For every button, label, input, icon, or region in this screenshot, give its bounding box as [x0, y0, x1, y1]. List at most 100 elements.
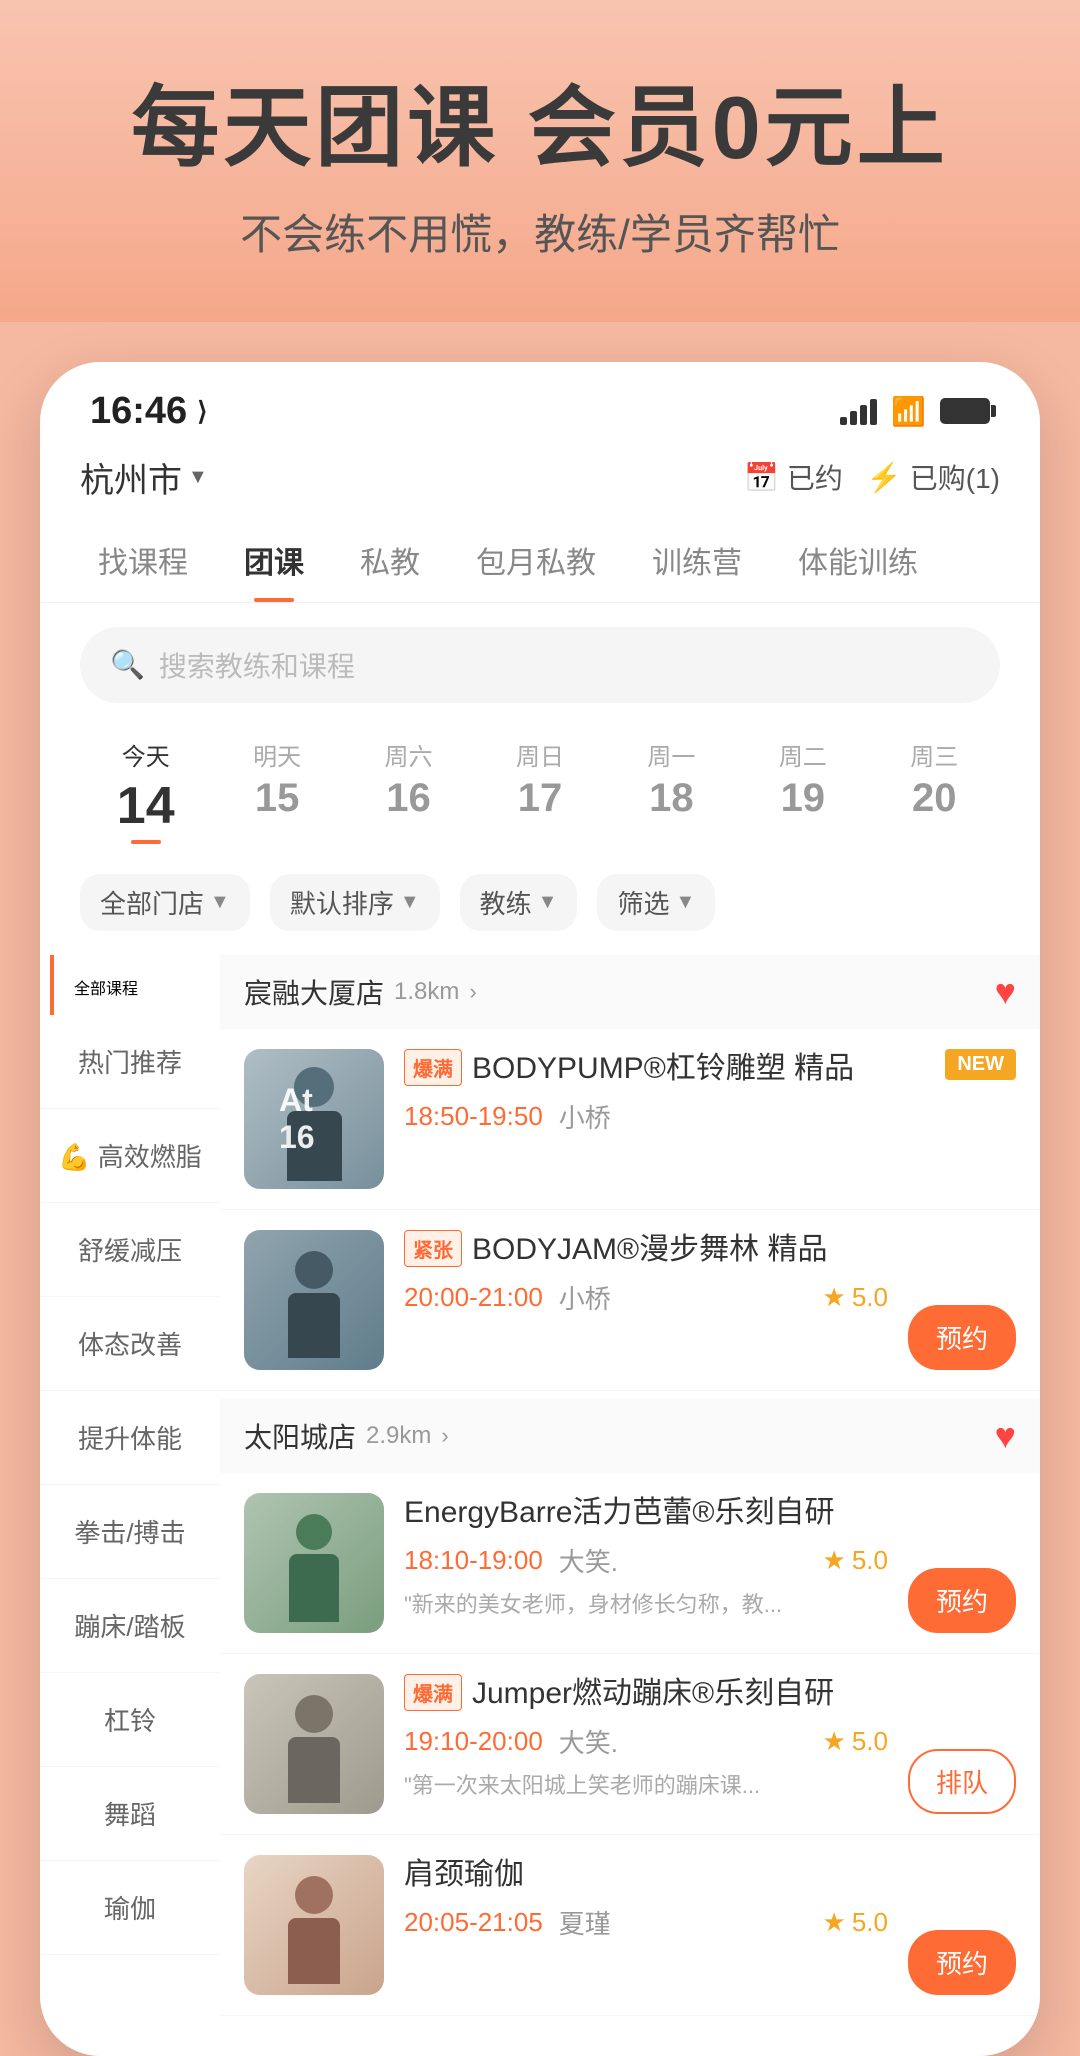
course-title-row-4: 爆满 Jumper燃动蹦床®乐刻自研	[404, 1674, 888, 1713]
calendar-icon: 📅	[744, 461, 779, 494]
reserve-button-energybarre[interactable]: 预约	[908, 1568, 1016, 1633]
filter-row: 全部门店 ▼ 默认排序 ▼ 教练 ▼ 筛选 ▼	[40, 874, 1040, 931]
date-num-mon: 18	[606, 776, 737, 821]
course-title-row-3: EnergyBarre活力芭蕾®乐刻自研	[404, 1493, 888, 1532]
course-rating-5: ★ 5.0	[823, 1907, 888, 1938]
booked-button[interactable]: 📅 已约	[744, 457, 843, 497]
filter-trainer[interactable]: 教练 ▼	[460, 874, 578, 931]
date-item-wed[interactable]: 周三 20	[869, 727, 1000, 854]
favorite-icon-2[interactable]: ♥	[995, 1415, 1016, 1457]
category-barbell[interactable]: 杠铃	[40, 1673, 220, 1767]
course-time-row-2: 20:00-21:00 小桥 ★ 5.0	[404, 1279, 888, 1316]
category-hot-recommend[interactable]: 热门推荐	[40, 1015, 220, 1109]
category-yoga[interactable]: 瑜伽	[40, 1861, 220, 1955]
nav-tabs: 找课程 团课 私教 包月私教 训练营 体能训练	[40, 522, 1040, 603]
date-item-mon[interactable]: 周一 18	[606, 727, 737, 854]
reserve-button-yoga[interactable]: 预约	[908, 1930, 1016, 1995]
header-actions: 📅 已约 ⚡ 已购(1)	[744, 457, 1000, 497]
trainer-photo-3	[244, 1493, 384, 1633]
date-label-tue: 周二	[737, 737, 868, 772]
course-title-row-2: 紧张 BODYJAM®漫步舞林 精品	[404, 1230, 888, 1269]
tab-fitness-training[interactable]: 体能训练	[770, 522, 946, 602]
date-num-today: 14	[80, 776, 211, 836]
date-item-tue[interactable]: 周二 19	[737, 727, 868, 854]
course-trainer-3: 大笑.	[559, 1542, 618, 1579]
date-label-sun: 周日	[474, 737, 605, 772]
city-dropdown-icon: ▼	[188, 466, 208, 489]
course-trainer-1: 小桥	[559, 1098, 611, 1135]
search-bar[interactable]: 🔍 搜索教练和课程	[80, 627, 1000, 703]
course-title-row-5: 肩颈瑜伽	[404, 1855, 888, 1894]
tab-personal-training[interactable]: 私教	[332, 522, 448, 602]
trainer-photo-2	[244, 1230, 384, 1370]
course-trainer-2: 小桥	[559, 1279, 611, 1316]
date-item-sat[interactable]: 周六 16	[343, 727, 474, 854]
date-selector: 今天 14 明天 15 周六 16 周日 17 周一 18 周二 19 周三 2…	[40, 727, 1040, 854]
category-fat-burn[interactable]: 💪 高效燃脂	[40, 1109, 220, 1203]
status-time: 16:46 ⟩	[90, 390, 207, 433]
category-posture[interactable]: 体态改善	[40, 1297, 220, 1391]
course-card-yoga: 肩颈瑜伽 20:05-21:05 夏瑾 ★ 5.0 预约	[220, 1835, 1040, 2016]
category-fitness[interactable]: 提升体能	[40, 1391, 220, 1485]
course-thumb-yoga	[244, 1855, 384, 1995]
star-icon-2: ★	[823, 1282, 846, 1313]
date-num-tomorrow: 15	[211, 776, 342, 821]
filter-screen[interactable]: 筛选 ▼	[597, 874, 715, 931]
category-trampoline[interactable]: 蹦床/踏板	[40, 1579, 220, 1673]
gym-header-2[interactable]: 太阳城店 2.9km › ♥	[220, 1399, 1040, 1473]
reserve-button-bodyjam[interactable]: 预约	[908, 1305, 1016, 1370]
date-item-tomorrow[interactable]: 明天 15	[211, 727, 342, 854]
gym-header-1[interactable]: 宸融大厦店 1.8km › ♥	[220, 955, 1040, 1029]
favorite-icon-1[interactable]: ♥	[995, 971, 1016, 1013]
course-desc-4: "第一次来太阳城上笑老师的蹦床课...	[404, 1768, 888, 1800]
date-num-sun: 17	[474, 776, 605, 821]
course-tag-hot-1: 爆满	[404, 1049, 462, 1086]
purchased-button[interactable]: ⚡ 已购(1)	[867, 457, 1000, 497]
gym-info-1: 宸融大厦店 1.8km ›	[244, 972, 477, 1012]
course-title-row-1: 爆满 BODYPUMP®杠铃雕塑 精品 NEW	[404, 1049, 1016, 1088]
course-name-5: 肩颈瑜伽	[404, 1855, 524, 1894]
app-header: 杭州市 ▼ 📅 已约 ⚡ 已购(1)	[40, 443, 1040, 522]
course-desc-3: "新来的美女老师，身材修长匀称，教...	[404, 1587, 888, 1619]
course-info-bodypump: 爆满 BODYPUMP®杠铃雕塑 精品 NEW 18:50-19:50 小桥	[404, 1049, 1016, 1143]
category-stress-relief[interactable]: 舒缓减压	[40, 1203, 220, 1297]
course-name-1: BODYPUMP®杠铃雕塑 精品	[472, 1049, 854, 1088]
date-item-sun[interactable]: 周日 17	[474, 727, 605, 854]
content-area: 全部课程 热门推荐 💪 高效燃脂 舒缓减压 体态改善 提升体能 拳击/搏击 蹦床…	[40, 955, 1040, 2016]
chevron-down-icon-3: ▼	[538, 891, 558, 914]
chevron-down-icon-2: ▼	[400, 891, 420, 914]
category-boxing[interactable]: 拳击/搏击	[40, 1485, 220, 1579]
course-trainer-5: 夏瑾	[559, 1904, 611, 1941]
course-rating-3: ★ 5.0	[823, 1545, 888, 1576]
course-time-5: 20:05-21:05	[404, 1907, 543, 1938]
gym-info-2: 太阳城店 2.9km ›	[244, 1416, 449, 1456]
date-item-today[interactable]: 今天 14	[80, 727, 211, 854]
course-name-4: Jumper燃动蹦床®乐刻自研	[472, 1674, 834, 1713]
tab-monthly-pt[interactable]: 包月私教	[448, 522, 624, 602]
course-action-bodyjam: 预约	[908, 1305, 1016, 1370]
category-dance[interactable]: 舞蹈	[40, 1767, 220, 1861]
star-icon-4: ★	[823, 1726, 846, 1757]
purchased-label: 已购(1)	[910, 457, 1000, 497]
course-tag-tight-1: 紧张	[404, 1230, 462, 1267]
course-name-3: EnergyBarre活力芭蕾®乐刻自研	[404, 1493, 835, 1532]
city-selector[interactable]: 杭州市 ▼	[80, 453, 208, 502]
gym-distance-1: 1.8km	[394, 978, 459, 1006]
search-input[interactable]: 搜索教练和课程	[159, 645, 355, 685]
chevron-right-icon-2: ›	[441, 1423, 448, 1449]
queue-button-jumper[interactable]: 排队	[908, 1749, 1016, 1814]
filter-default-sort[interactable]: 默认排序 ▼	[270, 874, 440, 931]
tab-training-camp[interactable]: 训练营	[624, 522, 770, 602]
tab-group-class[interactable]: 团课	[216, 522, 332, 602]
course-card-bodyjam: 紧张 BODYJAM®漫步舞林 精品 20:00-21:00 小桥 ★ 5.0 …	[220, 1210, 1040, 1391]
course-list: 宸融大厦店 1.8km › ♥ At 16	[220, 955, 1040, 2016]
course-thumb-bodypump: At 16	[244, 1049, 384, 1189]
course-time-row-1: 18:50-19:50 小桥	[404, 1098, 1016, 1135]
date-num-tue: 19	[737, 776, 868, 821]
category-sidebar: 全部课程 热门推荐 💪 高效燃脂 舒缓减压 体态改善 提升体能 拳击/搏击 蹦床…	[40, 955, 220, 2016]
filter-all-gyms[interactable]: 全部门店 ▼	[80, 874, 250, 931]
chevron-right-icon: ›	[469, 979, 476, 1005]
tab-find-courses[interactable]: 找课程	[70, 522, 216, 602]
course-thumb-energybarre	[244, 1493, 384, 1633]
course-time-row-5: 20:05-21:05 夏瑾 ★ 5.0	[404, 1904, 888, 1941]
